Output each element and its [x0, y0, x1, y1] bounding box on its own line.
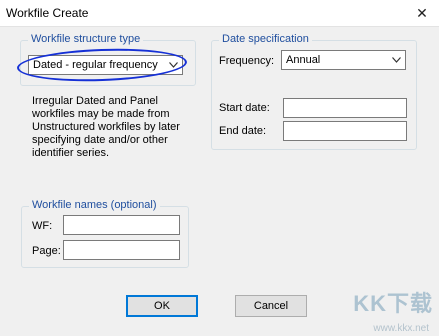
chevron-down-icon	[390, 51, 402, 69]
structure-description: Irregular Dated and Panel workfiles may …	[32, 95, 180, 159]
frequency-select[interactable]: Annual	[281, 50, 406, 70]
wf-label: WF:	[32, 220, 53, 232]
structure-type-value: Dated - regular frequency	[33, 59, 158, 71]
end-date-input[interactable]	[283, 121, 407, 141]
wf-input[interactable]	[63, 215, 180, 235]
start-date-input[interactable]	[283, 98, 407, 118]
frequency-value: Annual	[286, 54, 321, 66]
title-bar: Workfile Create ✕	[0, 0, 439, 27]
start-date-label: Start date:	[219, 102, 270, 114]
page-label: Page:	[32, 245, 61, 257]
date-spec-label: Date specification	[219, 33, 312, 45]
end-date-label: End date:	[219, 125, 267, 137]
cancel-button[interactable]: Cancel	[235, 295, 307, 317]
workfile-names-label: Workfile names (optional)	[29, 199, 160, 211]
ok-button[interactable]: OK	[126, 295, 198, 317]
watermark-url: www.kkx.net	[373, 323, 429, 334]
structure-type-select[interactable]: Dated - regular frequency	[28, 55, 183, 75]
window-title: Workfile Create	[6, 6, 89, 20]
frequency-label: Frequency:	[219, 55, 275, 67]
page-input[interactable]	[63, 240, 180, 260]
watermark-brand: KK下载	[353, 291, 433, 316]
structure-type-label: Workfile structure type	[28, 33, 144, 45]
chevron-down-icon	[167, 56, 179, 74]
close-button[interactable]: ✕	[405, 0, 439, 26]
close-icon: ✕	[416, 4, 428, 21]
